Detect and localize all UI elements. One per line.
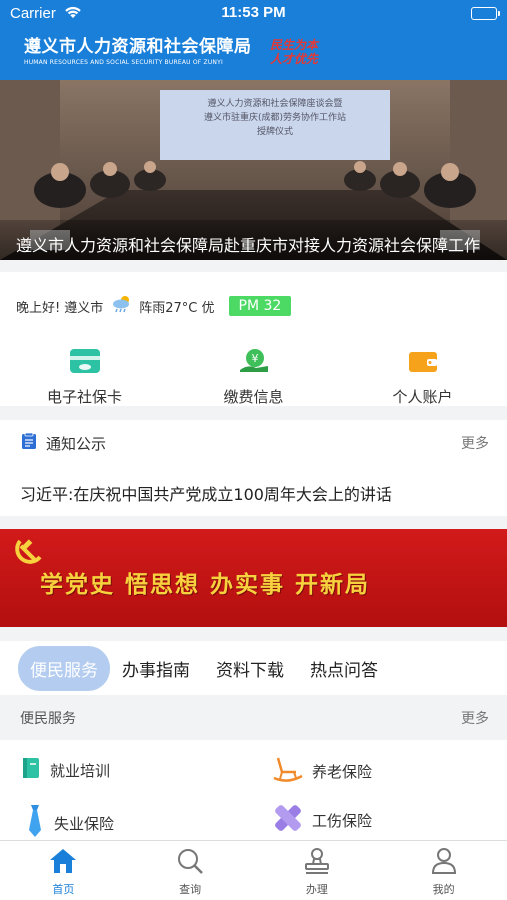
news-banner[interactable]: 遵义人力资源和社会保障座谈会暨 遵义市驻重庆(成都)劳务协作工作站 授牌仪式 遵…: [0, 80, 507, 260]
social-security-card-icon: [69, 348, 101, 378]
bandage-icon: [272, 802, 304, 838]
services-header: 便民服务 更多: [0, 697, 507, 739]
battery-icon: [471, 7, 500, 20]
weather-text: 阵雨27°C 优: [139, 300, 215, 316]
pm-badge: PM 32: [228, 296, 292, 316]
tabbar-home[interactable]: 首页: [0, 841, 127, 900]
quick-links: 电子社保卡 ¥ 缴费信息 个人账户: [0, 348, 507, 406]
bureau-brand: 遵义市人力资源和社会保障局 HUMAN RESOURCES AND SOCIAL…: [24, 37, 252, 67]
quick-link-payment[interactable]: ¥ 缴费信息: [169, 348, 338, 406]
notice-item[interactable]: 习近平:在庆祝中国共产党成立100周年大会上的讲话: [20, 481, 392, 505]
notice-title: 通知公示: [46, 434, 107, 453]
services-grid: 就业培训 养老保险 失业保险 工伤保险: [0, 740, 507, 840]
service-unemployment[interactable]: 失业保险: [24, 804, 114, 842]
header-slogan: 民生为本 人才优先: [270, 38, 319, 66]
bureau-title-cn: 遵义市人力资源和社会保障局: [24, 37, 252, 57]
party-slogan: 学党史 悟思想 办实事 开新局: [40, 571, 371, 598]
stamp-icon: [302, 847, 332, 879]
quick-link-label: 个人账户: [392, 388, 453, 406]
tabbar-label: 办理: [305, 883, 328, 896]
document-icon: [20, 432, 38, 454]
app-header: Carrier 11:53 PM 遵义市人力资源和社会保障局 HUMAN RES…: [0, 0, 507, 80]
svg-text:授牌仪式: 授牌仪式: [257, 125, 293, 137]
service-label: 失业保险: [54, 814, 115, 833]
banner-caption: 遵义市人力资源和社会保障局赴重庆市对接人力资源社会保障工作: [0, 220, 507, 260]
service-label: 工伤保险: [312, 811, 373, 830]
info-card: 晚上好! 遵义市 阵雨27°C 优 PM 32 电子社保卡 ¥ 缴费信息 个人账…: [0, 260, 507, 406]
home-icon: [48, 847, 78, 879]
tabbar-label: 首页: [52, 883, 75, 896]
greeting: 晚上好!: [16, 300, 61, 316]
tab-convenience[interactable]: 便民服务: [18, 645, 110, 691]
tabbar-mine[interactable]: 我的: [380, 841, 507, 900]
bureau-title-en: HUMAN RESOURCES AND SOCIAL SECURITY BURE…: [24, 59, 223, 66]
greeting-row: 晚上好! 遵义市 阵雨27°C 优 PM 32: [16, 294, 292, 318]
svg-text:遵义市驻重庆(成都)劳务协作工作站: 遵义市驻重庆(成都)劳务协作工作站: [204, 111, 346, 123]
payment-icon: ¥: [238, 348, 270, 378]
tabbar-query[interactable]: 查询: [127, 841, 254, 900]
user-icon: [429, 847, 459, 879]
quick-link-social-card[interactable]: 电子社保卡: [0, 348, 169, 406]
search-icon: [175, 847, 205, 879]
svg-text:遵义人力资源和社会保障座谈会暨: 遵义人力资源和社会保障座谈会暨: [207, 97, 342, 109]
service-pension[interactable]: 养老保险: [272, 756, 372, 786]
status-bar: Carrier 11:53 PM: [0, 0, 507, 28]
cloud-rain-icon: [111, 294, 133, 318]
tabbar-label: 我的: [432, 883, 455, 896]
notice-header: 通知公示 更多: [20, 432, 489, 454]
city: 遵义市: [64, 300, 104, 316]
quick-link-account[interactable]: 个人账户: [338, 348, 507, 406]
services-more-link[interactable]: 更多: [461, 708, 489, 728]
wallet-icon: [407, 348, 439, 378]
tab-faq[interactable]: 热点问答: [310, 656, 378, 681]
tie-icon: [24, 804, 46, 842]
tabbar-handle[interactable]: 办理: [254, 841, 381, 900]
clock: 11:53 PM: [221, 4, 286, 21]
service-employment-training[interactable]: 就业培训: [20, 756, 110, 784]
services-title: 便民服务: [20, 711, 76, 727]
tabbar-label: 查询: [179, 883, 202, 896]
rocking-chair-icon: [272, 756, 304, 786]
notice-more-link[interactable]: 更多: [461, 433, 489, 453]
service-label: 就业培训: [50, 761, 111, 780]
bottom-tab-bar: 首页 查询 办理 我的: [0, 840, 507, 900]
book-icon: [20, 756, 42, 784]
quick-link-label: 电子社保卡: [46, 388, 122, 406]
service-injury[interactable]: 工伤保险: [272, 802, 372, 838]
notice-section: 通知公示 更多 习近平:在庆祝中国共产党成立100周年大会上的讲话: [0, 420, 507, 516]
tab-guide[interactable]: 办事指南: [122, 656, 190, 681]
quick-link-label: 缴费信息: [223, 388, 284, 406]
tab-downloads[interactable]: 资料下载: [216, 656, 284, 681]
service-label: 养老保险: [312, 762, 373, 781]
svg-text:¥: ¥: [251, 352, 258, 365]
service-tabs: 便民服务 办事指南 资料下载 热点问答: [0, 641, 507, 695]
party-banner[interactable]: 学党史 悟思想 办实事 开新局: [0, 529, 507, 627]
